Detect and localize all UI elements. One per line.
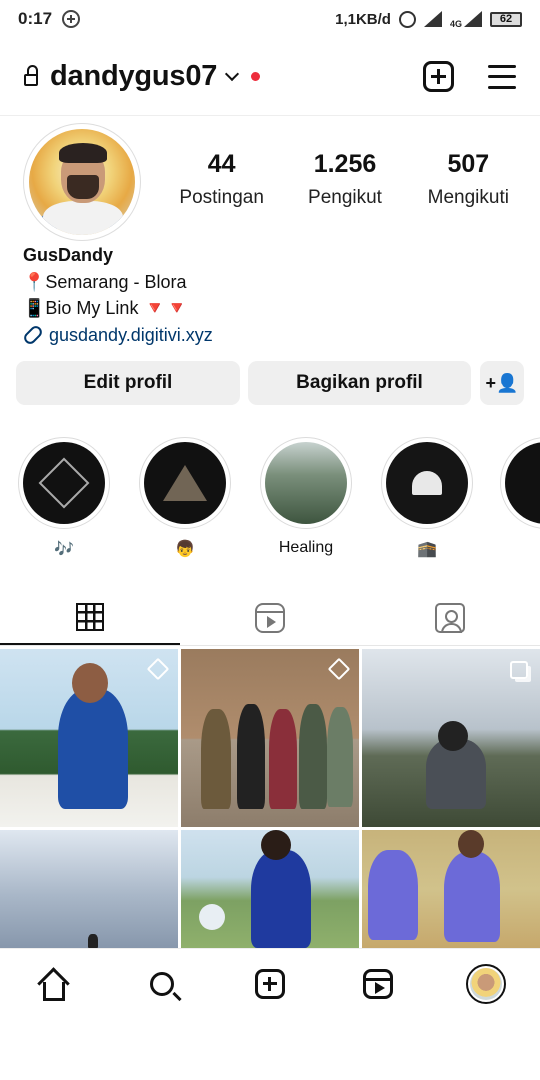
stat-posts[interactable]: 44 Postingan xyxy=(160,150,283,209)
tab-grid[interactable] xyxy=(0,590,180,645)
post-thumbnail[interactable] xyxy=(362,649,540,827)
search-icon xyxy=(150,971,174,996)
profile-bio: GusDandy 📍Semarang - Blora 📱Bio My Link … xyxy=(21,242,213,349)
highlight-item[interactable]: 🕋 xyxy=(379,437,475,559)
bio-link-text: gusdandy.digitivi.xyz xyxy=(49,324,213,345)
share-profile-button[interactable]: Bagikan profil xyxy=(248,361,471,405)
stat-followers-value: 1.256 xyxy=(313,150,377,178)
stat-following[interactable]: 507 Mengikuti xyxy=(407,150,530,209)
grid-icon xyxy=(76,602,104,631)
status-time: 0:17 xyxy=(18,9,53,28)
profile-header: dandygus07 xyxy=(0,38,540,116)
highlight-item[interactable] xyxy=(500,437,540,529)
profile-avatar-icon xyxy=(466,963,506,1004)
post-thumbnail[interactable] xyxy=(362,830,540,948)
display-name: GusDandy xyxy=(23,245,114,265)
wifi-signal-icon xyxy=(423,11,442,27)
forest-photo-icon xyxy=(265,442,347,524)
lock-icon xyxy=(24,64,38,86)
tab-reels[interactable] xyxy=(180,590,360,645)
stat-following-label: Mengikuti xyxy=(427,187,509,208)
edit-profile-button[interactable]: Edit profil xyxy=(16,361,240,405)
stat-posts-value: 44 xyxy=(207,150,236,178)
link-icon xyxy=(21,323,45,347)
nav-search[interactable] xyxy=(135,957,189,1011)
nav-profile[interactable] xyxy=(459,957,513,1011)
reels-nav-icon xyxy=(363,968,393,999)
tagged-icon xyxy=(435,602,465,633)
highlight-item[interactable]: 👦 xyxy=(137,437,233,559)
nav-home[interactable] xyxy=(27,957,81,1011)
home-icon xyxy=(39,970,69,1001)
status-bar: 0:17 1,1KB/d 4G 62 xyxy=(0,0,540,38)
stat-followers-label: Pengikut xyxy=(308,187,382,208)
cell-signal-icon xyxy=(464,11,482,27)
highlight-item[interactable]: Healing xyxy=(258,437,354,559)
stat-following-value: 507 xyxy=(447,150,490,178)
hexagon-logo-icon xyxy=(23,442,105,524)
network-speed: 1,1KB/d xyxy=(335,10,391,28)
notification-dot xyxy=(251,72,261,81)
highlight-label: 🎶 xyxy=(54,541,74,558)
stat-followers[interactable]: 1.256 Pengikut xyxy=(283,150,406,209)
triangle-art-icon xyxy=(144,442,226,524)
mosque-logo-icon xyxy=(386,442,468,524)
bio-line-link-note: 📱Bio My Link 🔻🔻 xyxy=(23,298,189,318)
pin-icon xyxy=(146,657,170,681)
highlight-partial-icon xyxy=(505,442,540,524)
post-thumbnail[interactable] xyxy=(0,830,178,948)
post-thumbnail[interactable] xyxy=(181,649,359,827)
username[interactable]: dandygus07 xyxy=(50,60,217,93)
post-thumbnail[interactable] xyxy=(0,649,178,827)
new-post-icon[interactable] xyxy=(423,61,454,92)
menu-icon[interactable] xyxy=(488,64,516,89)
alarm-icon xyxy=(398,10,416,28)
bio-link[interactable]: gusdandy.digitivi.xyz xyxy=(21,322,213,349)
highlight-label: 👦 xyxy=(175,541,195,558)
bio-line-location: 📍Semarang - Blora xyxy=(23,271,187,292)
tab-tagged[interactable] xyxy=(360,590,540,645)
highlight-label: 🕋 xyxy=(417,541,437,558)
network-type: 4G xyxy=(449,19,462,29)
reels-icon xyxy=(255,602,285,633)
add-icon xyxy=(255,968,285,999)
highlight-label: Healing xyxy=(278,539,334,556)
chevron-down-icon[interactable] xyxy=(225,66,240,81)
battery-icon: 62 xyxy=(490,11,522,27)
nav-create[interactable] xyxy=(243,957,297,1011)
bottom-navigation xyxy=(0,948,540,1018)
profile-avatar[interactable] xyxy=(23,123,141,241)
profile-stats: 44 Postingan 1.256 Pengikut 507 Mengikut… xyxy=(160,150,530,209)
highlight-item[interactable]: 🎶 xyxy=(16,437,112,559)
post-thumbnail[interactable] xyxy=(181,830,359,948)
nav-reels[interactable] xyxy=(351,957,405,1011)
pin-icon xyxy=(327,657,351,681)
profile-tabs xyxy=(0,590,540,646)
multiple-photos-icon xyxy=(510,661,528,679)
add-person-button[interactable]: +👤 xyxy=(480,361,524,405)
notification-plus-icon xyxy=(62,10,81,28)
stat-posts-label: Postingan xyxy=(179,187,264,208)
